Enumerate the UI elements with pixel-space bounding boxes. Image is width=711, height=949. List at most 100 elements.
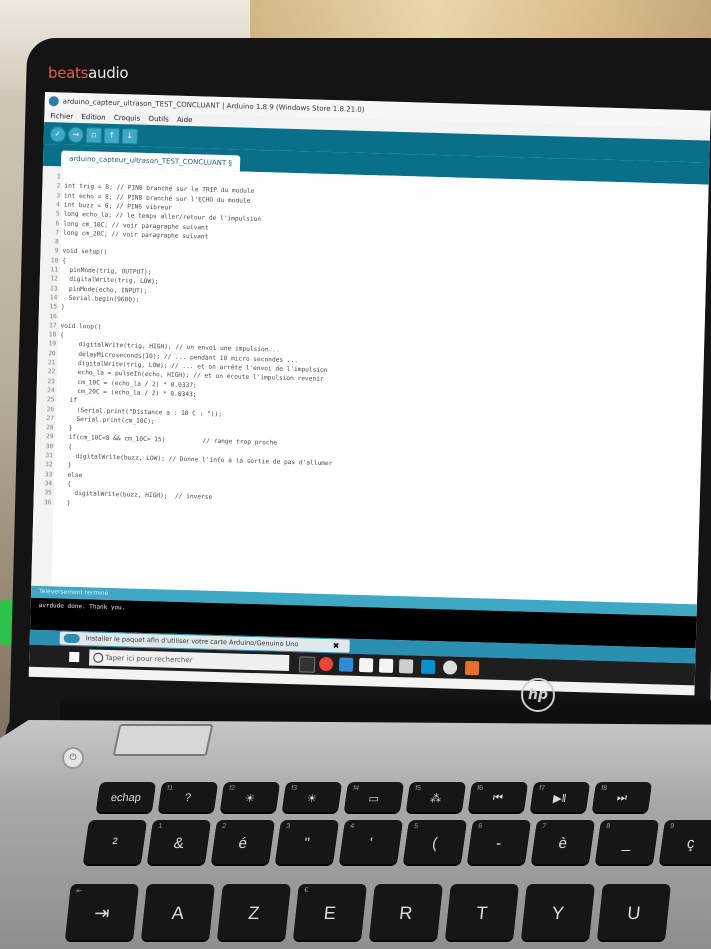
key-sublabel: f8 bbox=[600, 785, 608, 792]
key-row1-7[interactable]: ▶ǁ f7 bbox=[529, 782, 591, 812]
key-row2-2[interactable]: é2 bbox=[210, 820, 276, 864]
line-number: 27 bbox=[46, 414, 54, 423]
code-text: else bbox=[56, 471, 83, 479]
line-number: 15 bbox=[49, 303, 58, 311]
code-text: } bbox=[56, 461, 72, 470]
task-view-icon[interactable] bbox=[298, 656, 316, 673]
code-text: { bbox=[62, 257, 67, 265]
line-number: 21 bbox=[47, 359, 56, 367]
key-row1-1[interactable]: ? f1 bbox=[157, 782, 219, 812]
key-label: ⏭ bbox=[616, 791, 628, 804]
key-row2-5[interactable]: (5 bbox=[402, 820, 468, 864]
verify-button[interactable]: ✓ bbox=[49, 126, 67, 143]
line-number: 18 bbox=[48, 331, 57, 339]
photos-icon[interactable] bbox=[398, 659, 414, 674]
key-label: ? bbox=[184, 791, 192, 804]
line-number: 3 bbox=[56, 191, 61, 200]
line-number: 31 bbox=[45, 452, 53, 460]
key-row2-9[interactable]: ç9 bbox=[658, 820, 711, 864]
menu-aide[interactable]: Aide bbox=[177, 116, 193, 124]
hinge-plate bbox=[112, 724, 214, 756]
line-number: 4 bbox=[56, 201, 60, 209]
open-button[interactable]: ↑ bbox=[103, 127, 121, 145]
code-text: { bbox=[60, 331, 65, 339]
key-row2-0[interactable]: ² bbox=[82, 820, 148, 864]
menu-outils[interactable]: Outils bbox=[148, 115, 168, 124]
key-sublabel: 1 bbox=[157, 823, 163, 830]
close-icon[interactable]: ✖ bbox=[332, 639, 340, 652]
key-sublabel: 9 bbox=[669, 823, 675, 830]
key-row1-6[interactable]: ⏮ f6 bbox=[467, 782, 529, 812]
line-number: 32 bbox=[45, 461, 53, 469]
line-number: 24 bbox=[47, 387, 55, 395]
line-number: 28 bbox=[46, 424, 54, 432]
key-sublabel: 4 bbox=[349, 823, 355, 830]
key-label: E bbox=[322, 903, 337, 923]
power-button[interactable]: ⏻ bbox=[62, 747, 84, 769]
key-row3-3[interactable]: E € bbox=[293, 884, 367, 940]
menu-fichier[interactable]: Fichier bbox=[50, 112, 73, 121]
menu-edition[interactable]: Edition bbox=[81, 113, 105, 122]
store-icon[interactable] bbox=[358, 657, 374, 673]
code-editor[interactable]: 1 2 int trig = 8; // PIN8 branché sur le T… bbox=[31, 165, 709, 605]
key-sublabel: 7 bbox=[541, 823, 547, 830]
key-row3-4[interactable]: R bbox=[369, 884, 443, 940]
laptop-screen: arduino_capteur_ultrason_TEST_CONCLUANT … bbox=[28, 92, 711, 696]
line-number: 12 bbox=[50, 275, 58, 283]
key-row2-7[interactable]: è7 bbox=[530, 820, 596, 864]
key-row2-6[interactable]: -6 bbox=[466, 820, 532, 864]
hp-logo: hp bbox=[521, 678, 555, 712]
line-number: 9 bbox=[54, 247, 59, 255]
line-number: 20 bbox=[48, 349, 56, 358]
line-number: 6 bbox=[55, 219, 60, 227]
line-number: 14 bbox=[49, 294, 58, 302]
line-number: 5 bbox=[55, 210, 60, 218]
upload-button[interactable]: → bbox=[67, 126, 85, 144]
taskbar-search-input[interactable]: Taper ici pour rechercher bbox=[89, 649, 290, 672]
save-button[interactable]: ↓ bbox=[121, 128, 139, 145]
settings-icon[interactable] bbox=[442, 660, 458, 675]
arduino-logo-icon bbox=[63, 633, 80, 644]
key-row2-3[interactable]: " 3 bbox=[274, 820, 340, 864]
code-text: void setup() bbox=[62, 247, 108, 257]
windows-start-icon[interactable] bbox=[69, 651, 80, 663]
arduino-taskbar-icon[interactable] bbox=[464, 660, 480, 676]
key-row2-4[interactable]: ' 4 bbox=[338, 820, 404, 864]
explorer-icon[interactable] bbox=[338, 657, 354, 672]
key-row1-0[interactable]: echap bbox=[95, 782, 157, 812]
key-row3-5[interactable]: T bbox=[445, 884, 519, 940]
key-sublabel: 6 bbox=[477, 823, 483, 830]
key-label: & bbox=[172, 834, 186, 852]
key-label: T bbox=[475, 903, 489, 923]
key-row3-7[interactable]: U bbox=[597, 884, 671, 940]
line-number: 7 bbox=[55, 229, 60, 237]
key-row1-5[interactable]: ⁂ f5 bbox=[405, 782, 467, 812]
key-row1-4[interactable]: ▭ f4 bbox=[343, 782, 405, 812]
key-row3-6[interactable]: Y bbox=[521, 884, 595, 940]
key-sublabel: f6 bbox=[476, 785, 484, 792]
mail-icon[interactable] bbox=[378, 658, 394, 673]
key-label: A bbox=[170, 903, 185, 923]
new-button[interactable]: ▫ bbox=[85, 127, 103, 144]
key-row3-0[interactable]: ⇥ ⇤ bbox=[65, 884, 139, 940]
key-sublabel: f4 bbox=[352, 785, 360, 792]
key-row3-1[interactable]: A bbox=[141, 884, 215, 940]
key-label: " bbox=[302, 834, 311, 852]
key-row1-3[interactable]: ☀ f3 bbox=[281, 782, 343, 812]
key-sublabel: f1 bbox=[166, 785, 174, 792]
key-label: Z bbox=[247, 903, 261, 923]
key-row2-8[interactable]: _ 8 bbox=[594, 820, 660, 864]
code-text: } bbox=[55, 498, 71, 507]
chrome-icon[interactable] bbox=[318, 656, 334, 672]
menu-croquis[interactable]: Croquis bbox=[114, 114, 141, 123]
app-icon[interactable] bbox=[420, 659, 436, 675]
key-label: ⇥ bbox=[93, 903, 111, 923]
key-row1-2[interactable]: ☀ f2 bbox=[219, 782, 281, 812]
key-row2-1[interactable]: & 1 bbox=[146, 820, 212, 864]
key-row1-8[interactable]: ⏭ f8 bbox=[591, 782, 653, 812]
key-label: R bbox=[398, 903, 414, 923]
key-sublabel: 5 bbox=[413, 823, 419, 830]
console-text: avrdude done. Thank you. bbox=[38, 602, 126, 612]
key-row3-2[interactable]: Z bbox=[217, 884, 291, 940]
key-label: è bbox=[557, 834, 569, 852]
